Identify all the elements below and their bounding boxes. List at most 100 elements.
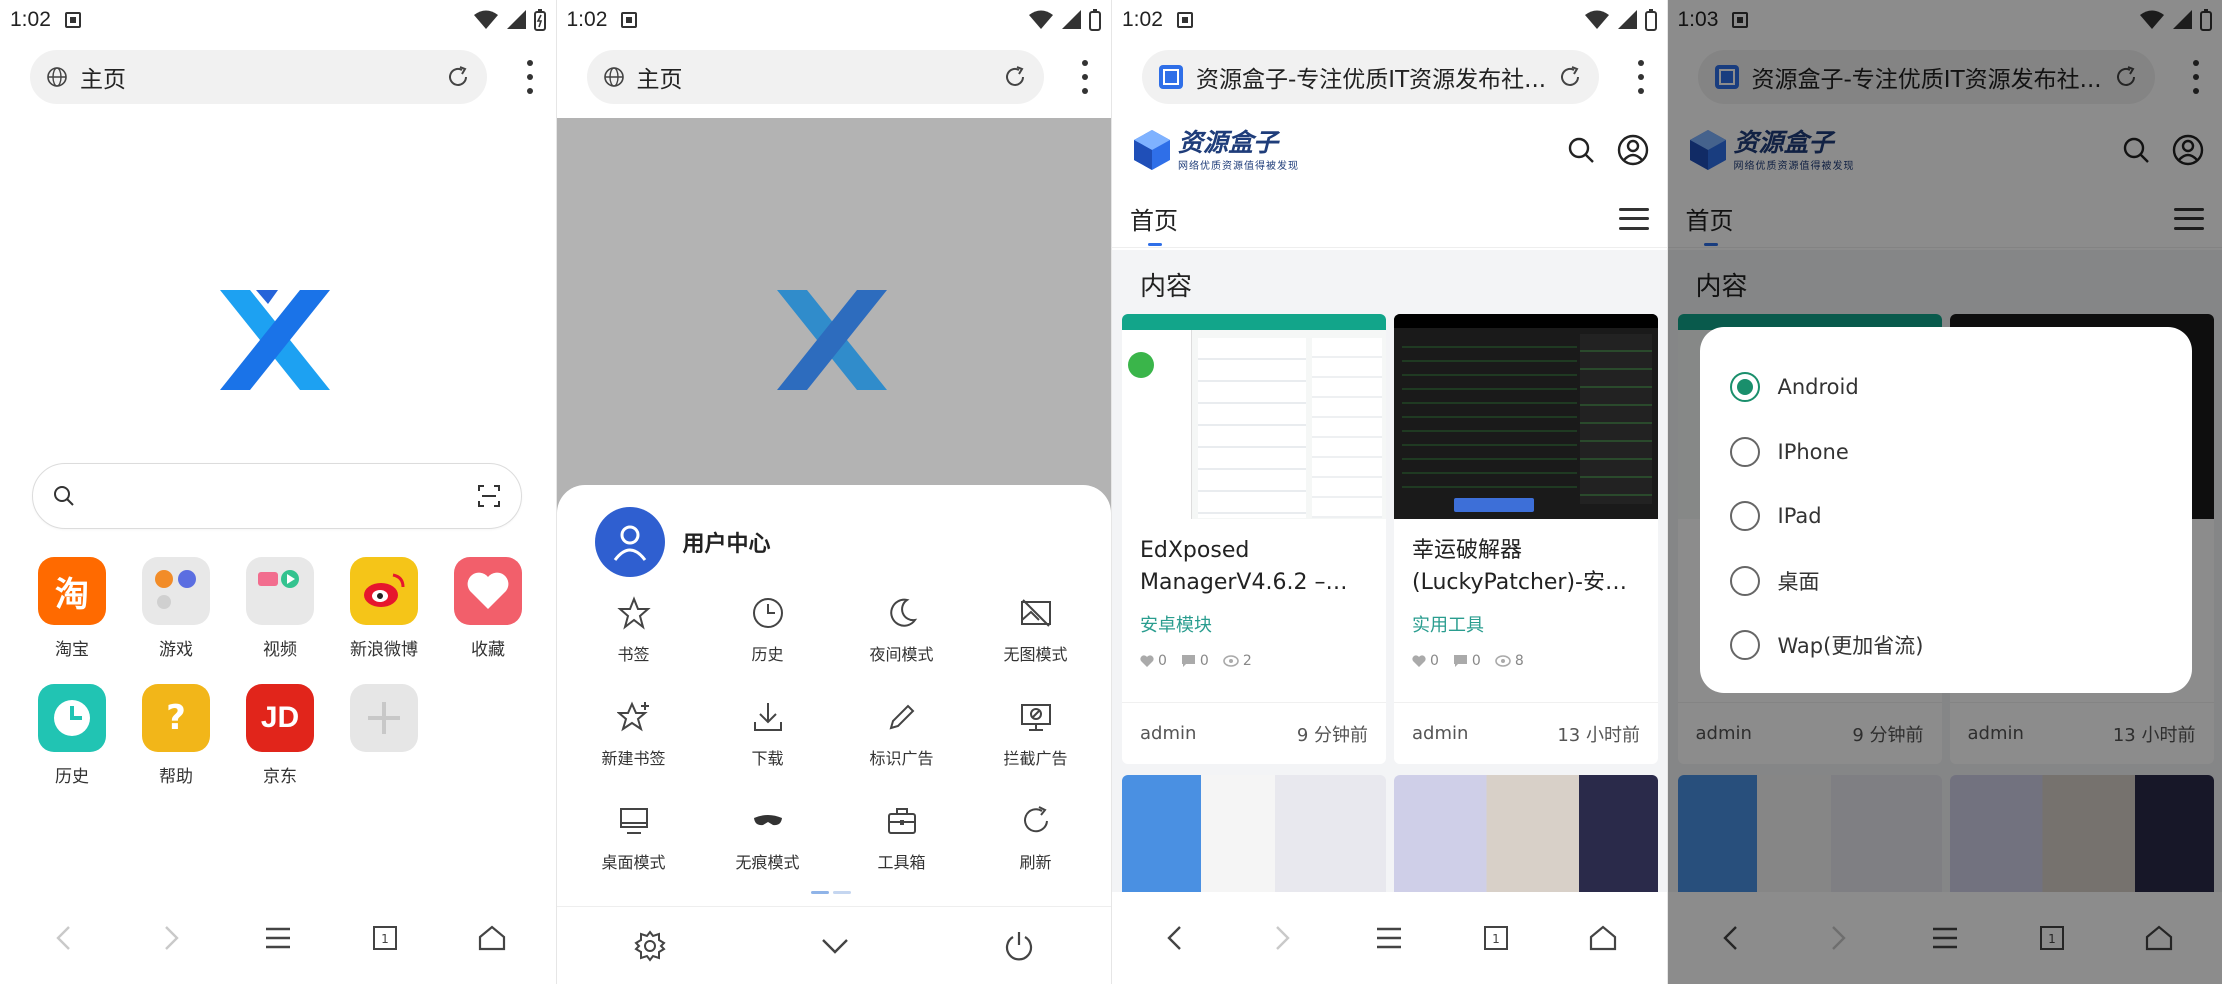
shortcut-history[interactable]: 历史 — [20, 684, 124, 787]
more-menu-icon[interactable] — [526, 60, 534, 94]
ua-option-wap[interactable]: Wap(更加省流) — [1729, 613, 2162, 678]
settings-icon[interactable] — [633, 929, 667, 963]
power-icon[interactable] — [1003, 930, 1035, 962]
chevron-down-icon[interactable] — [820, 936, 850, 956]
reload-icon[interactable] — [1002, 64, 1028, 90]
xbrowser-logo-icon — [776, 290, 887, 390]
post-meta: 0 0 8 — [1394, 637, 1658, 669]
shortcut-taobao[interactable]: 淘 淘宝 — [20, 557, 124, 660]
battery-icon — [1089, 9, 1101, 31]
menu-new-bookmark[interactable]: 新建书签 — [567, 697, 701, 769]
globe-icon — [47, 67, 67, 87]
notification-icon — [64, 12, 81, 28]
home-button[interactable] — [1578, 913, 1628, 963]
site-logo[interactable]: 资源盒子 网络优质资源值得被发现 — [1130, 128, 1299, 172]
menu-desktop-mode[interactable]: 桌面模式 — [567, 801, 701, 873]
menu-bookmarks[interactable]: 书签 — [567, 593, 701, 665]
post-category[interactable]: 安卓模块 — [1122, 599, 1386, 637]
battery-icon — [1644, 9, 1657, 31]
site-logo-sub: 网络优质资源值得被发现 — [1178, 160, 1299, 172]
shortcut-weibo[interactable]: 新浪微博 — [332, 557, 436, 660]
menu-no-image[interactable]: 无图模式 — [969, 593, 1103, 665]
ua-option-desktop[interactable]: 桌面 — [1729, 549, 2162, 614]
menu-history[interactable]: 历史 — [701, 593, 835, 665]
user-center[interactable]: 用户中心 — [594, 507, 771, 577]
back-button[interactable] — [1150, 913, 1200, 963]
menu-download[interactable]: 下载 — [701, 697, 835, 769]
site-nav: 首页 — [1112, 190, 1667, 248]
avatar — [594, 507, 665, 577]
post-category[interactable]: 实用工具 — [1394, 599, 1658, 637]
reload-icon[interactable] — [1557, 64, 1583, 90]
comment-count: 0 — [1471, 653, 1481, 669]
reload-icon[interactable] — [445, 64, 471, 90]
video-folder-icon — [246, 557, 314, 625]
home-button[interactable] — [467, 913, 517, 963]
signal-icon — [1062, 10, 1081, 29]
radio-selected[interactable] — [1729, 372, 1760, 403]
tabs-button[interactable]: 1 — [1471, 913, 1521, 963]
radio[interactable] — [1729, 630, 1760, 661]
status-bar: 1:02 — [1112, 0, 1667, 40]
address-bar[interactable]: 主页 — [30, 50, 487, 104]
menu-toolbox[interactable]: 工具箱 — [835, 801, 969, 873]
forward-button[interactable] — [146, 913, 196, 963]
toolbox-icon — [887, 808, 916, 834]
xbrowser-logo-icon — [220, 290, 330, 390]
account-icon[interactable] — [1617, 134, 1649, 166]
like-count: 0 — [1430, 653, 1439, 669]
ua-option-label: Android — [1777, 375, 1859, 400]
menu-refresh[interactable]: 刷新 — [969, 801, 1103, 873]
back-button[interactable] — [39, 913, 89, 963]
view-count: 2 — [1242, 653, 1252, 669]
globe-icon — [603, 67, 624, 87]
menu-button[interactable] — [253, 913, 303, 963]
shortcut-favorites[interactable]: 收藏 — [436, 557, 540, 660]
search-icon[interactable] — [1567, 136, 1595, 164]
more-menu-icon[interactable] — [1637, 60, 1645, 94]
panel-home: 1:02 主页 淘 淘宝 游戏 视频 新浪微博 收藏 历史 ? 帮助 JD 京东… — [0, 0, 556, 984]
more-menu-icon[interactable] — [1081, 60, 1089, 94]
ua-option-android[interactable]: Android — [1729, 355, 2162, 420]
radio[interactable] — [1729, 565, 1760, 596]
menu-button[interactable] — [1364, 913, 1414, 963]
menu-block-ad[interactable]: 拦截广告 — [969, 697, 1103, 769]
address-bar[interactable]: 资源盒子-专注优质IT资源发布社... — [1142, 50, 1599, 104]
tabs-icon: 1 — [1484, 926, 1509, 950]
menu-incognito[interactable]: 无痕模式 — [701, 801, 835, 873]
search-box[interactable] — [32, 463, 522, 529]
shortcut-games[interactable]: 游戏 — [124, 557, 228, 660]
shortcut-label: 收藏 — [471, 640, 505, 660]
chevron-left-icon — [55, 926, 70, 950]
address-bar[interactable]: 主页 — [586, 50, 1044, 104]
shortcut-label: 视频 — [263, 640, 297, 660]
shortcut-help[interactable]: ? 帮助 — [124, 684, 228, 787]
clock-icon — [38, 684, 106, 752]
nav-home[interactable]: 首页 — [1130, 201, 1178, 246]
radio[interactable] — [1729, 501, 1760, 532]
page-title: 资源盒子-专注优质IT资源发布社... — [1196, 67, 1547, 93]
post-card[interactable]: 幸运破解器(LuckyPatcher)-安… 实用工具 0 0 8 admin … — [1394, 314, 1658, 764]
radio[interactable] — [1729, 436, 1760, 467]
menu-night-mode[interactable]: 夜间模式 — [835, 593, 969, 665]
tabs-button[interactable]: 1 — [360, 913, 410, 963]
post-card[interactable]: EdXposed ManagerV4.6.2 –… 安卓模块 0 0 2 adm… — [1122, 314, 1386, 764]
shortcut-video[interactable]: 视频 — [228, 557, 332, 660]
menu-mark-ad[interactable]: 标识广告 — [835, 697, 969, 769]
svg-text:1: 1 — [381, 932, 389, 946]
menu-label: 工具箱 — [877, 853, 926, 872]
star-icon — [616, 596, 651, 630]
home-icon — [478, 925, 506, 951]
shortcut-jd[interactable]: JD 京东 — [228, 684, 332, 787]
screenshot-collage: 1:02 主页 淘 淘宝 游戏 视频 新浪微博 收藏 历史 ? 帮助 JD 京东… — [0, 0, 2222, 984]
scan-icon[interactable] — [477, 484, 501, 508]
user-agent-dialog: Android IPhone IPad 桌面 Wap(更加省流) — [1699, 327, 2192, 693]
ua-option-iphone[interactable]: IPhone — [1729, 420, 2162, 485]
ua-option-ipad[interactable]: IPad — [1729, 484, 2162, 549]
forward-button[interactable] — [1257, 913, 1307, 963]
moon-icon — [889, 598, 917, 627]
shortcut-add[interactable] — [332, 684, 436, 787]
bottom-nav: 1 — [0, 892, 556, 984]
cube-logo-icon — [1134, 130, 1170, 170]
hamburger-icon[interactable] — [1618, 207, 1649, 230]
